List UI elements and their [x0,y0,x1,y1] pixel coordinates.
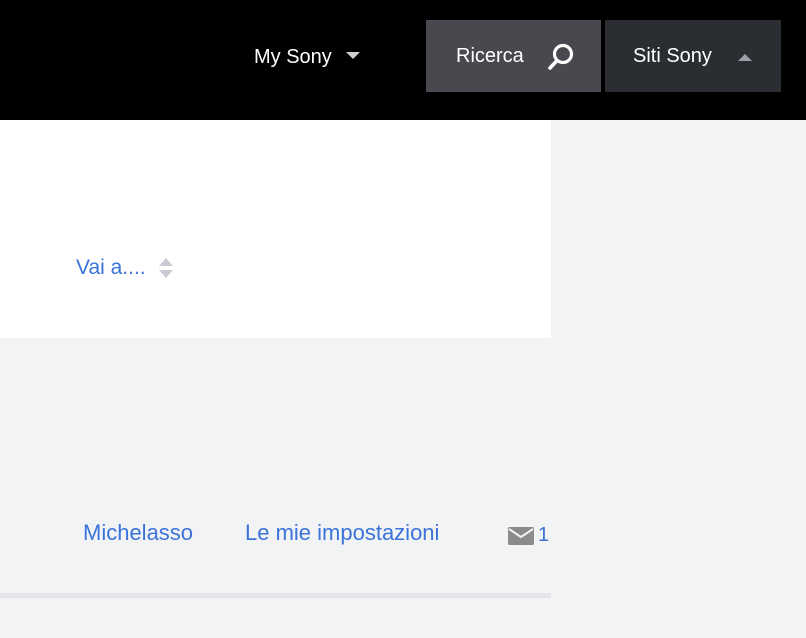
sort-arrows-icon [158,258,173,278]
divider [0,593,551,598]
my-sony-menu[interactable]: My Sony [254,44,360,70]
message-count: 1 [538,524,550,546]
envelope-icon [508,526,534,545]
my-settings-link[interactable]: Le mie impostazioni [245,520,439,546]
search-button[interactable]: Ricerca [426,20,601,92]
sony-sites-label: Siti Sony [633,44,712,67]
sony-sites-button[interactable]: Siti Sony [605,20,781,92]
search-button-label: Ricerca [456,44,524,67]
jump-to-label: Vai a.... [76,256,146,279]
chevron-down-icon [345,51,360,59]
messages-link[interactable]: 1 [508,524,549,547]
content-panel [0,120,551,338]
jump-to-menu[interactable]: Vai a.... [76,256,174,280]
chevron-up-icon [738,54,752,61]
top-bar: My Sony Ricerca Siti Sony [0,0,806,120]
my-sony-label: My Sony [254,45,332,68]
username-link[interactable]: Michelasso [83,520,193,546]
search-icon [548,43,574,70]
